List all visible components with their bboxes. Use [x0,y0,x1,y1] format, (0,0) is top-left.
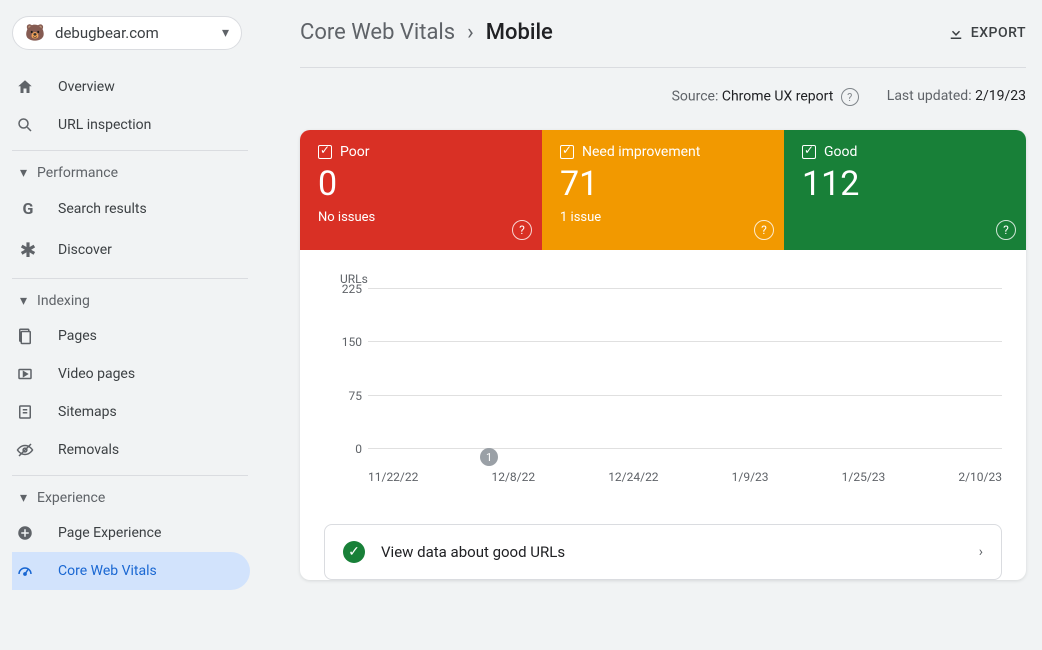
help-icon[interactable]: ? [841,88,859,106]
site-favicon: 🐻 [25,23,45,43]
divider [12,475,248,476]
sidebar-item-label: Discover [58,242,112,258]
chevron-down-icon: ▾ [20,490,27,506]
metric-need-improvement[interactable]: Need improvement 71 1 issue ? [542,130,784,250]
help-icon[interactable]: ? [512,220,532,240]
search-icon [16,116,40,134]
source-info: Source: Chrome UX report ? [672,88,859,106]
sidebar-section-label: Experience [37,490,105,506]
sidebar-item-label: Page Experience [58,525,161,541]
sidebar-item-label: Pages [58,328,97,344]
site-selector[interactable]: 🐻 debugbear.com ▾ [12,16,242,50]
speedometer-icon [16,562,40,580]
sidebar-item-pages[interactable]: Pages [12,317,250,355]
checkbox-icon [560,145,574,159]
help-icon[interactable]: ? [996,220,1016,240]
topbar: Core Web Vitals › Mobile EXPORT [300,20,1026,68]
main-content: Core Web Vitals › Mobile EXPORT Source: … [260,0,1042,650]
metric-value: 71 [560,164,766,204]
help-icon[interactable]: ? [754,220,774,240]
metric-label-text: Good [824,144,857,160]
x-tick: 12/8/22 [491,470,535,484]
metric-sub: 1 issue [560,210,766,225]
metric-label-text: Need improvement [582,144,700,160]
breadcrumb: Core Web Vitals › Mobile [300,20,553,45]
sidebar-item-label: Core Web Vitals [58,563,157,579]
sidebar-section-indexing[interactable]: ▾ Indexing [12,285,260,317]
divider [12,278,248,279]
site-name: debugbear.com [55,24,222,42]
circle-plus-icon [16,524,40,542]
breadcrumb-current: Mobile [486,20,553,45]
asterisk-icon: ✱ [16,238,40,262]
metrics-row: Poor 0 No issues ? Need improvement 71 1… [300,130,1026,250]
sidebar-item-overview[interactable]: Overview [12,68,250,106]
sidebar-item-removals[interactable]: Removals [12,431,250,469]
chart-x-axis: 11/22/22 12/8/22 12/24/22 1/9/23 1/25/23 2/10… [368,470,1002,484]
link-label: View data about good URLs [381,543,979,561]
sidebar-item-sitemaps[interactable]: Sitemaps [12,393,250,431]
export-button[interactable]: EXPORT [947,24,1026,42]
sidebar-section-experience[interactable]: ▾ Experience [12,482,260,514]
chart: URLs 0751502251 11/22/2212/8/2212/24/221… [300,250,1026,492]
x-tick: 12/24/22 [608,470,658,484]
chart-area: 0751502251 [368,288,1002,448]
x-tick: 1/25/23 [842,470,886,484]
sidebar-item-page-experience[interactable]: Page Experience [12,514,250,552]
x-tick: 2/10/23 [958,470,1002,484]
metric-value: 0 [318,164,524,204]
sidebar-item-discover[interactable]: ✱ Discover [12,228,250,272]
sidebar-item-label: Sitemaps [58,404,117,420]
chevron-down-icon: ▾ [20,293,27,309]
checkbox-icon [802,145,816,159]
google-icon: G [16,199,40,218]
sidebar-item-label: URL inspection [58,117,151,133]
metric-sub: No issues [318,210,524,225]
metric-poor[interactable]: Poor 0 No issues ? [300,130,542,250]
caret-down-icon: ▾ [222,25,229,41]
eye-off-icon [16,441,40,459]
chevron-down-icon: ▾ [20,165,27,181]
x-tick: 11/22/22 [368,470,418,484]
meta-row: Source: Chrome UX report ? Last updated:… [300,68,1026,130]
cwv-card: Poor 0 No issues ? Need improvement 71 1… [300,130,1026,580]
sidebar-section-label: Indexing [37,293,90,309]
metric-good[interactable]: Good 112 ? [784,130,1026,250]
sidebar-item-search-results[interactable]: G Search results [12,189,250,228]
event-marker[interactable]: 1 [480,448,498,466]
download-icon [947,24,965,42]
home-icon [16,78,40,96]
sidebar-section-performance[interactable]: ▾ Performance [12,157,260,189]
view-good-urls-link[interactable]: ✓ View data about good URLs › [324,524,1002,580]
export-label: EXPORT [971,25,1026,41]
sidebar: 🐻 debugbear.com ▾ Overview URL inspectio… [0,0,260,650]
divider [12,150,248,151]
chevron-right-icon: › [979,544,983,560]
page-icon [16,327,40,345]
sidebar-item-label: Overview [58,79,115,95]
metric-label-text: Poor [340,144,369,160]
sidebar-item-core-web-vitals[interactable]: Core Web Vitals [12,552,250,590]
sidebar-item-label: Video pages [58,366,135,382]
last-updated: Last updated: 2/19/23 [887,88,1026,106]
video-icon [16,365,40,383]
checkbox-icon [318,145,332,159]
sidebar-item-video-pages[interactable]: Video pages [12,355,250,393]
sidebar-section-label: Performance [37,165,118,181]
chart-y-label: URLs [340,272,1002,286]
sitemap-icon [16,403,40,421]
chevron-right-icon: › [467,20,474,45]
x-tick: 1/9/23 [732,470,769,484]
metric-value: 112 [802,164,1008,204]
breadcrumb-root[interactable]: Core Web Vitals [300,20,455,45]
sidebar-item-url-inspection[interactable]: URL inspection [12,106,250,144]
sidebar-item-label: Search results [58,201,147,217]
sidebar-item-label: Removals [58,442,119,458]
check-circle-icon: ✓ [343,541,365,563]
